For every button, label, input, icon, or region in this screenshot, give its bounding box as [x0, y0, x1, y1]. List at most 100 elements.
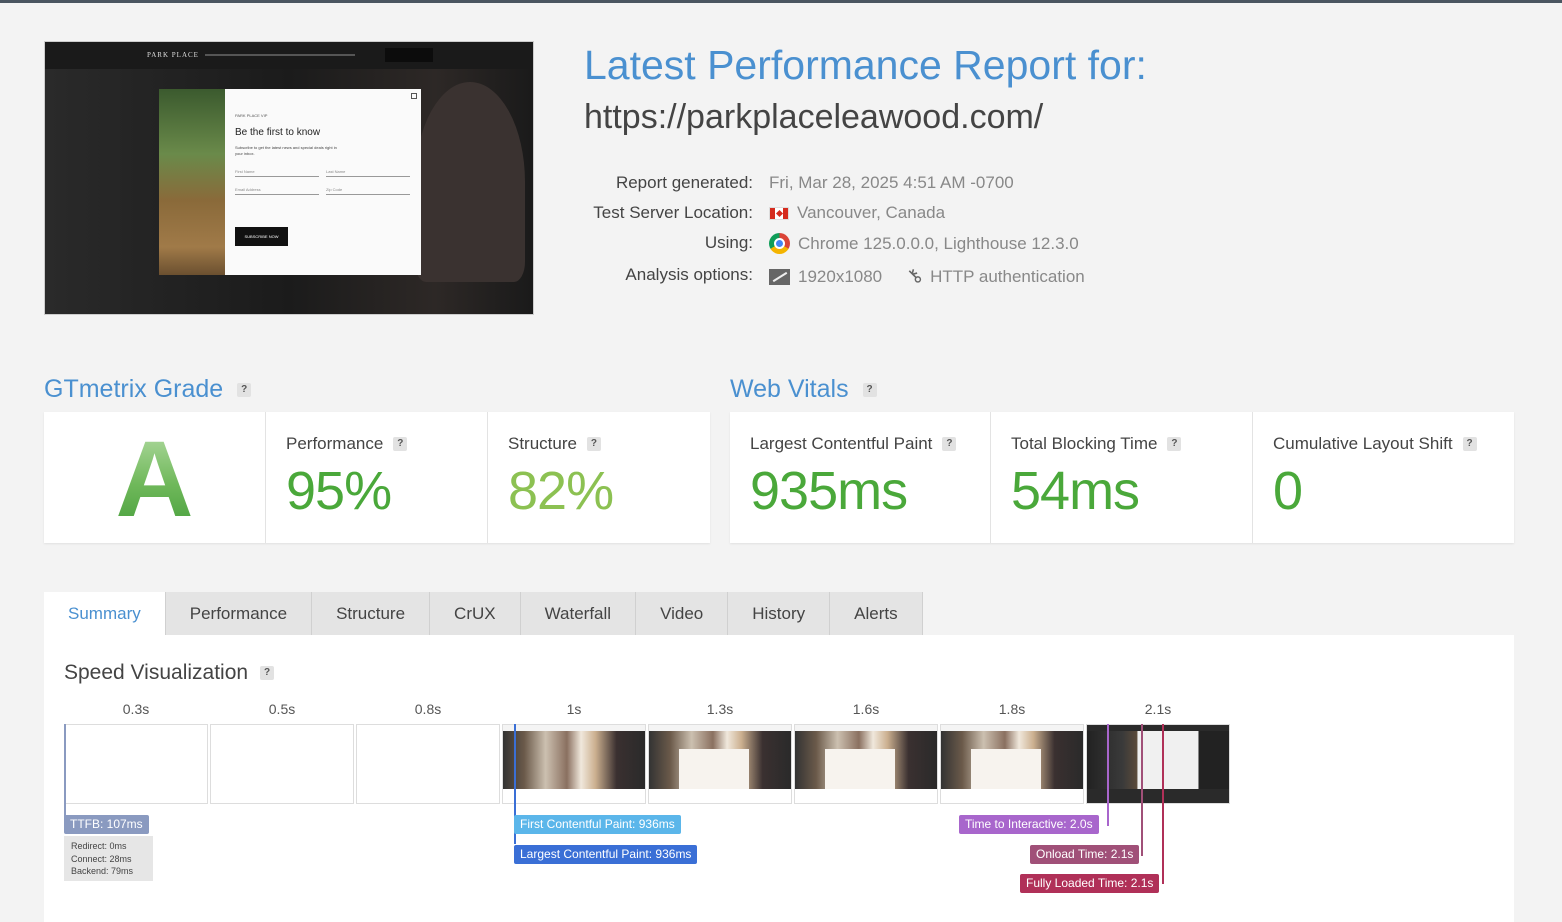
- tbt-label-row: Total Blocking Time ?: [1011, 434, 1182, 454]
- grade-letter: A: [44, 416, 265, 541]
- timeline-tick: 2.1s: [1144, 701, 1172, 717]
- filmstrip-frame[interactable]: [648, 724, 792, 804]
- site-nav-button: [385, 48, 433, 62]
- gtmetrix-grade-title: GTmetrix Grade: [44, 375, 224, 403]
- modal-text: Subscribe to get the latest news and spe…: [235, 145, 337, 156]
- modal-zip: Zip Code: [326, 187, 410, 195]
- tbt-value: 54ms: [1011, 461, 1140, 521]
- tab-waterfall[interactable]: Waterfall: [520, 592, 637, 635]
- generated-text: Fri, Mar 28, 2025 4:51 AM -0700: [769, 173, 1014, 192]
- report-title: Latest Performance Report for:: [584, 42, 1147, 88]
- generated-value: Fri, Mar 28, 2025 4:51 AM -0700: [769, 173, 1014, 193]
- performance-card: Performance ? 95%: [266, 412, 488, 543]
- modal-label: PARK PLACE VIP: [235, 113, 268, 118]
- tab-crux[interactable]: CrUX: [430, 592, 521, 635]
- generated-label: Report generated:: [615, 173, 753, 192]
- lcp-marker[interactable]: Largest Contentful Paint: 936ms: [514, 845, 698, 864]
- web-vitals-title: Web Vitals: [730, 375, 849, 403]
- help-icon[interactable]: ?: [1462, 437, 1477, 451]
- chrome-icon: [769, 233, 790, 254]
- help-icon[interactable]: ?: [862, 382, 877, 397]
- modal-last-name: Last Name: [326, 169, 410, 177]
- key-icon: ⚷: [902, 264, 928, 289]
- summary-panel: Speed Visualization ? 0.3s 0.5s 0.8s 1s …: [44, 635, 1514, 922]
- filmstrip-frame[interactable]: [940, 724, 1084, 804]
- using-value: Chrome 125.0.0.0, Lighthouse 12.3.0: [769, 233, 1079, 254]
- help-icon[interactable]: ?: [1167, 437, 1182, 451]
- help-icon[interactable]: ?: [237, 382, 252, 397]
- timeline-tick: 1s: [566, 701, 582, 717]
- tab-performance[interactable]: Performance: [165, 592, 313, 635]
- modal-image: [159, 89, 225, 275]
- canada-flag-icon: [769, 206, 789, 220]
- fully-loaded-marker[interactable]: Fully Loaded Time: 2.1s: [1020, 874, 1160, 893]
- ttfb-marker[interactable]: TTFB: 107ms: [64, 815, 149, 834]
- lcp-label: Largest Contentful Paint: [750, 434, 933, 453]
- tab-alerts[interactable]: Alerts: [830, 592, 923, 635]
- grade-card: A: [44, 412, 266, 543]
- help-icon[interactable]: ?: [393, 437, 408, 451]
- speed-visualization-heading: Speed Visualization ?: [64, 661, 275, 685]
- tab-video[interactable]: Video: [636, 592, 729, 635]
- fully-loaded-line: [1162, 724, 1164, 884]
- filmstrip-frame[interactable]: [356, 724, 500, 804]
- cls-value: 0: [1273, 461, 1303, 521]
- report-tabs: Summary Performance Structure CrUX Water…: [44, 592, 923, 635]
- ttfb-line: [64, 724, 66, 826]
- structure-card: Structure ? 82%: [488, 412, 710, 543]
- gtmetrix-grade-heading: GTmetrix Grade ?: [44, 375, 252, 404]
- lcp-label-row: Largest Contentful Paint ?: [750, 434, 957, 454]
- resolution-icon: [769, 268, 790, 285]
- lcp-card: Largest Contentful Paint ? 935ms: [730, 412, 991, 543]
- help-icon[interactable]: ?: [260, 666, 275, 680]
- redirect-time: Redirect: 0ms: [71, 841, 127, 851]
- web-vitals-heading: Web Vitals ?: [730, 375, 877, 404]
- help-icon[interactable]: ?: [942, 437, 957, 451]
- timeline-tick: 1.3s: [706, 701, 734, 717]
- modal-close-icon: [411, 93, 417, 99]
- tti-marker[interactable]: Time to Interactive: 2.0s: [959, 815, 1099, 834]
- modal-email: Email Address: [235, 187, 319, 195]
- help-icon[interactable]: ?: [586, 437, 601, 451]
- location-value: Vancouver, Canada: [769, 203, 945, 223]
- cls-label-row: Cumulative Layout Shift ?: [1273, 434, 1477, 454]
- tti-line: [1107, 724, 1109, 826]
- timeline-tick: 0.3s: [122, 701, 150, 717]
- subscribe-modal: PARK PLACE VIP Be the first to know Subs…: [225, 89, 421, 275]
- location-label: Test Server Location:: [593, 203, 753, 222]
- performance-value: 95%: [286, 461, 392, 521]
- site-nav-links: [205, 54, 355, 56]
- onload-marker[interactable]: Onload Time: 2.1s: [1030, 845, 1140, 864]
- tbt-card: Total Blocking Time ? 54ms: [991, 412, 1253, 543]
- performance-label-row: Performance ?: [286, 434, 408, 454]
- filmstrip-frame[interactable]: [502, 724, 646, 804]
- onload-line: [1141, 724, 1143, 856]
- structure-value: 82%: [508, 461, 614, 521]
- filmstrip-frame[interactable]: [210, 724, 354, 804]
- using-text: Chrome 125.0.0.0, Lighthouse 12.3.0: [798, 233, 1079, 253]
- site-brand: PARK PLACE: [147, 51, 199, 59]
- tab-summary[interactable]: Summary: [44, 592, 166, 635]
- auth-text: HTTP authentication: [930, 266, 1085, 286]
- options-label: Analysis options:: [625, 265, 753, 284]
- fcp-marker[interactable]: First Contentful Paint: 936ms: [514, 815, 681, 834]
- speed-visualization-title: Speed Visualization: [64, 661, 249, 684]
- backend-time: Backend: 79ms: [71, 866, 134, 876]
- vitals-cards: Largest Contentful Paint ? 935ms Total B…: [730, 412, 1514, 543]
- ttfb-breakdown: Redirect: 0ms Connect: 28ms Backend: 79m…: [64, 836, 153, 881]
- modal-title: Be the first to know: [235, 127, 321, 138]
- location-text: Vancouver, Canada: [797, 203, 946, 222]
- page-screenshot[interactable]: PARK PLACE PARK PLACE VIP Be the first t…: [44, 41, 534, 315]
- timeline-tick: 0.8s: [414, 701, 442, 717]
- grade-cards: A Performance ? 95% Structure ? 82%: [44, 412, 710, 543]
- options-value: 1920x1080 ⚷ HTTP authentication: [769, 264, 1085, 289]
- tab-history[interactable]: History: [728, 592, 831, 635]
- timeline-tick: 0.5s: [268, 701, 296, 717]
- structure-label: Structure: [508, 434, 577, 453]
- using-label: Using:: [704, 233, 753, 252]
- filmstrip-frame[interactable]: [794, 724, 938, 804]
- top-border: [0, 0, 1562, 3]
- modal-subscribe-button: SUBSCRIBE NOW: [235, 227, 288, 246]
- tab-structure[interactable]: Structure: [312, 592, 431, 635]
- filmstrip-frame[interactable]: [64, 724, 208, 804]
